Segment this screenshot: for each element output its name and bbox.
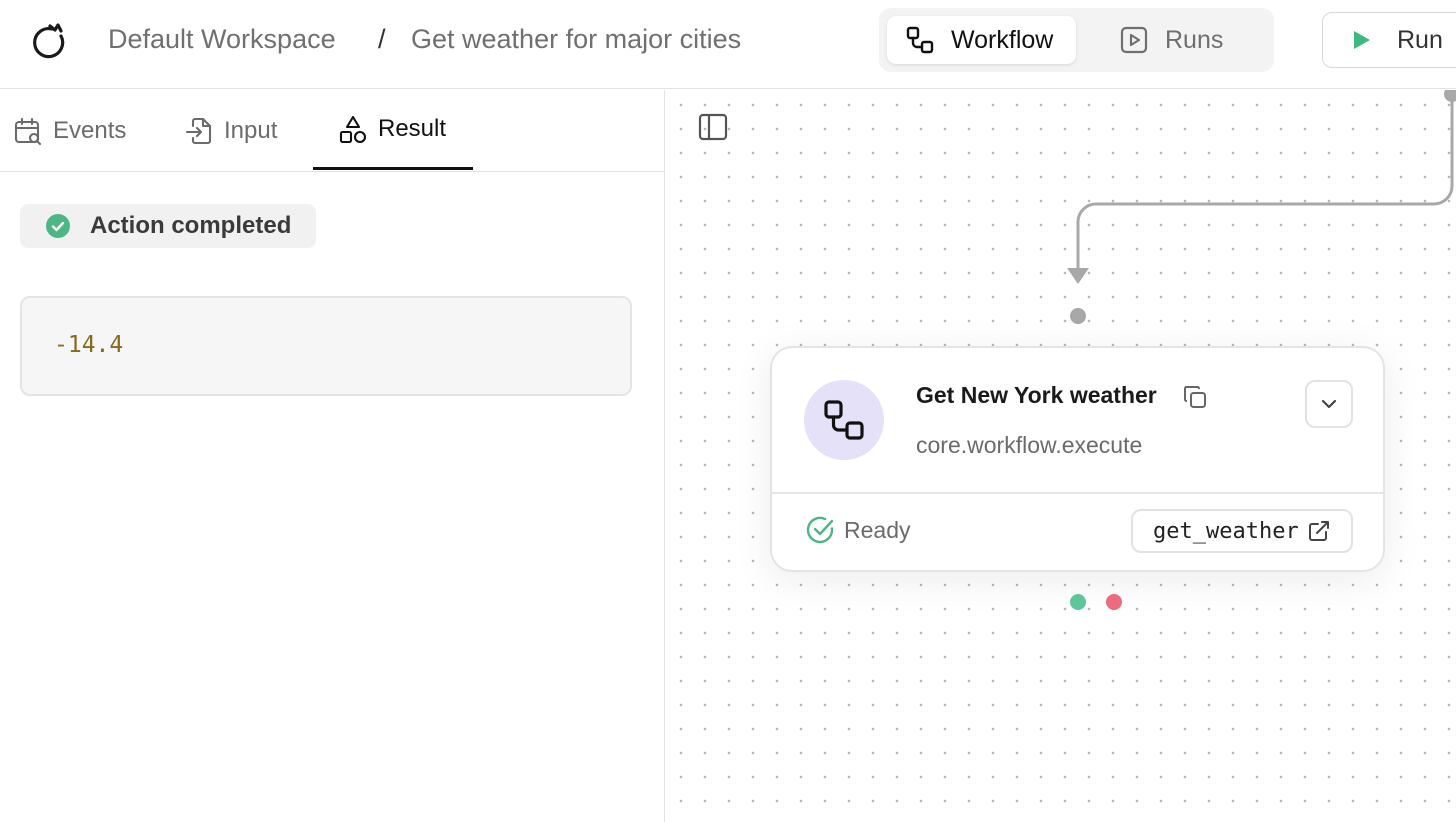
node-action-type: core.workflow.execute bbox=[916, 432, 1143, 458]
workflow-canvas[interactable]: Get New York weather core.workflow.execu… bbox=[666, 90, 1456, 822]
tab-events[interactable]: Events bbox=[13, 90, 126, 171]
node-input-handle[interactable] bbox=[1070, 308, 1086, 324]
expand-button[interactable] bbox=[1305, 380, 1353, 428]
workflow-icon bbox=[804, 380, 884, 460]
shapes-icon bbox=[338, 114, 368, 144]
copy-icon[interactable] bbox=[1182, 384, 1208, 410]
breadcrumb-separator: / bbox=[378, 24, 386, 54]
check-circle-icon bbox=[45, 213, 71, 239]
top-bar: Default Workspace / Get weather for majo… bbox=[0, 0, 1456, 89]
node-status: Ready bbox=[804, 514, 910, 546]
check-circle-outline-icon bbox=[804, 514, 836, 546]
result-value: -14.4 bbox=[54, 332, 124, 358]
runs-tab[interactable]: Runs bbox=[1111, 16, 1261, 64]
file-input-icon bbox=[184, 116, 214, 146]
breadcrumb-workspace[interactable]: Default Workspace bbox=[108, 24, 336, 55]
run-button[interactable]: Run bbox=[1322, 12, 1456, 68]
node-status-text: Ready bbox=[844, 516, 911, 543]
tab-input-label: Input bbox=[224, 116, 278, 144]
node-success-handle[interactable] bbox=[1070, 594, 1086, 610]
tab-events-label: Events bbox=[53, 116, 127, 144]
workflow-tab[interactable]: Workflow bbox=[887, 16, 1076, 64]
tab-result[interactable]: Result bbox=[313, 90, 473, 170]
action-node[interactable]: Get New York weather core.workflow.execu… bbox=[770, 346, 1385, 572]
runs-tab-label: Runs bbox=[1165, 25, 1224, 54]
play-icon bbox=[1349, 28, 1373, 52]
tab-result-label: Result bbox=[378, 114, 447, 142]
action-panel: Events Input Result Action completed -14… bbox=[0, 90, 665, 822]
edge-arrow-head bbox=[1067, 268, 1089, 284]
panel-tabs: Events Input Result bbox=[0, 90, 665, 172]
play-square-icon bbox=[1119, 25, 1149, 55]
external-link-icon bbox=[1307, 519, 1331, 543]
view-switcher: Workflow Runs bbox=[879, 8, 1274, 72]
result-output[interactable]: -14.4 bbox=[20, 296, 632, 396]
breadcrumb-workflow-title[interactable]: Get weather for major cities bbox=[411, 24, 741, 55]
node-title: Get New York weather bbox=[916, 382, 1157, 408]
workflow-tab-label: Workflow bbox=[951, 25, 1054, 54]
app-logo-icon[interactable] bbox=[28, 20, 68, 60]
workflow-icon bbox=[905, 25, 935, 55]
node-error-handle[interactable] bbox=[1106, 594, 1122, 610]
tab-input[interactable]: Input bbox=[184, 90, 277, 171]
status-badge: Action completed bbox=[20, 204, 316, 248]
status-text: Action completed bbox=[90, 212, 292, 239]
chevron-down-icon bbox=[1319, 394, 1339, 414]
edge-source-handle bbox=[1444, 90, 1456, 102]
node-divider bbox=[772, 492, 1383, 494]
node-reference-text: get_weather bbox=[1153, 518, 1299, 544]
run-button-label: Run bbox=[1397, 25, 1443, 54]
calendar-search-icon bbox=[13, 116, 43, 146]
node-reference-link[interactable]: get_weather bbox=[1131, 509, 1353, 553]
